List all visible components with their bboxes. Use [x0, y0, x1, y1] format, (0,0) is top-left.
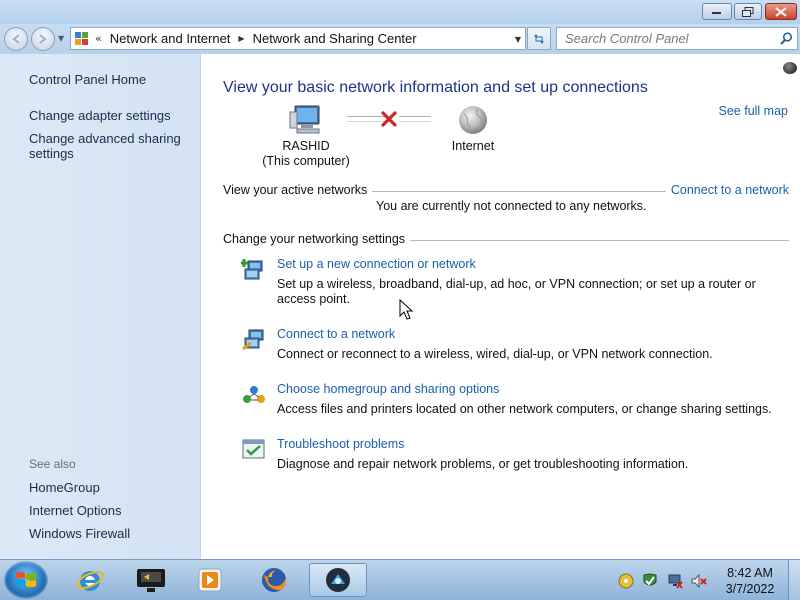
refresh-icon [534, 33, 544, 44]
control-panel-icon [75, 31, 88, 45]
change-adapter-settings-link[interactable]: Change adapter settings [29, 108, 171, 123]
control-panel-home-link[interactable]: Control Panel Home [29, 72, 146, 87]
internet-globe-icon[interactable] [457, 104, 489, 136]
address-dropdown-icon[interactable]: ▼ [515, 35, 521, 44]
refresh-button[interactable] [527, 27, 551, 50]
media-center-icon [137, 569, 165, 592]
troubleshoot-icon [242, 439, 265, 459]
breadcrumb-network-and-internet[interactable]: Network and Internet [110, 31, 231, 46]
show-desktop-button[interactable] [788, 560, 800, 600]
troubleshoot-problems-link[interactable]: Troubleshoot problems [277, 437, 404, 451]
troubleshoot-description: Diagnose and repair network problems, or… [277, 457, 689, 471]
computer-subtitle: (This computer) [262, 154, 350, 168]
taskbar-media-player[interactable] [183, 563, 237, 597]
mouse-cursor-icon [399, 299, 413, 320]
computer-name: RASHID [282, 139, 330, 153]
connection-line-right [399, 116, 431, 117]
taskbar-network-sharing-center[interactable] [309, 563, 367, 597]
connect-to-network-description: Connect or reconnect to a wireless, wire… [277, 347, 713, 361]
homegroup-link[interactable]: HomeGroup [29, 480, 100, 495]
setup-new-connection-link[interactable]: Set up a new connection or network [277, 257, 476, 271]
new-connection-icon [241, 259, 263, 280]
computer-icon[interactable] [289, 104, 323, 136]
arrow-left-icon [12, 34, 20, 44]
breadcrumb-overflow[interactable]: « [95, 32, 102, 45]
restore-button[interactable] [734, 3, 762, 20]
minimize-icon [712, 11, 721, 14]
page-title: View your basic network information and … [223, 79, 648, 96]
start-button[interactable] [4, 561, 48, 599]
close-icon [775, 6, 787, 17]
network-status-icon[interactable] [667, 573, 683, 589]
disconnected-x-icon [381, 111, 397, 127]
connection-line-right-lower [399, 121, 431, 122]
see-full-map-link[interactable]: See full map [719, 104, 788, 118]
taskbar-internet-explorer[interactable] [63, 563, 117, 597]
internet-explorer-icon [76, 570, 104, 591]
homegroup-icon [243, 386, 265, 403]
navigation-bar: ▼ « Network and Internet ▶ Network and S… [0, 24, 800, 54]
recent-pages-dropdown[interactable]: ▼ [58, 34, 64, 43]
see-also-label: See also [29, 457, 76, 471]
homegroup-sharing-description: Access files and printers located on oth… [277, 402, 772, 416]
clock-date: 3/7/2022 [725, 582, 775, 596]
breadcrumb-network-sharing-center[interactable]: Network and Sharing Center [253, 31, 417, 46]
volume-muted-icon[interactable] [691, 573, 707, 589]
network-center-icon [326, 568, 350, 592]
homegroup-sharing-options-link[interactable]: Choose homegroup and sharing options [277, 382, 499, 396]
help-icon[interactable] [783, 62, 797, 74]
internet-label: Internet [451, 139, 495, 153]
taskbar-media-center[interactable] [124, 563, 178, 597]
taskbar: 8:42 AM 3/7/2022 [0, 559, 800, 600]
clock-time: 8:42 AM [727, 566, 773, 580]
connection-status-text: You are currently not connected to any n… [376, 199, 647, 213]
connect-network-icon [242, 329, 264, 351]
taskbar-firefox[interactable] [247, 563, 301, 597]
action-center-icon[interactable] [642, 573, 658, 589]
connect-to-network-link[interactable]: Connect to a network [665, 183, 789, 197]
task-pane: Control Panel Home Change adapter settin… [0, 54, 201, 559]
active-networks-heading: View your active networks [223, 183, 373, 197]
restore-icon [742, 6, 754, 17]
main-content: View your basic network information and … [201, 54, 800, 559]
connect-to-network-task-link[interactable]: Connect to a network [277, 327, 395, 341]
arrow-right-icon [39, 34, 47, 44]
search-input[interactable] [565, 30, 770, 47]
windows-firewall-link[interactable]: Windows Firewall [29, 526, 130, 541]
breadcrumb-arrow-icon[interactable]: ▶ [238, 34, 244, 43]
address-bar[interactable]: « Network and Internet ▶ Network and Sha… [70, 27, 526, 50]
windows-logo-icon [16, 572, 36, 587]
minimize-button[interactable] [702, 3, 732, 20]
search-icon[interactable] [780, 32, 793, 45]
media-player-icon [198, 568, 222, 592]
back-button[interactable] [4, 27, 28, 51]
tray-disc-icon[interactable] [618, 573, 634, 589]
title-bar [0, 0, 800, 24]
change-advanced-sharing-link-line2[interactable]: settings [29, 146, 74, 161]
close-button[interactable] [765, 3, 797, 20]
networking-settings-heading: Change your networking settings [223, 232, 411, 246]
firefox-icon [262, 568, 287, 592]
forward-button[interactable] [31, 27, 55, 51]
internet-options-link[interactable]: Internet Options [29, 503, 122, 518]
search-box[interactable] [556, 27, 798, 50]
setup-new-connection-description: Set up a wireless, broadband, dial-up, a… [277, 277, 756, 306]
change-advanced-sharing-link[interactable]: Change advanced sharing [29, 131, 181, 146]
system-clock[interactable]: 8:42 AM 3/7/2022 [716, 565, 784, 597]
